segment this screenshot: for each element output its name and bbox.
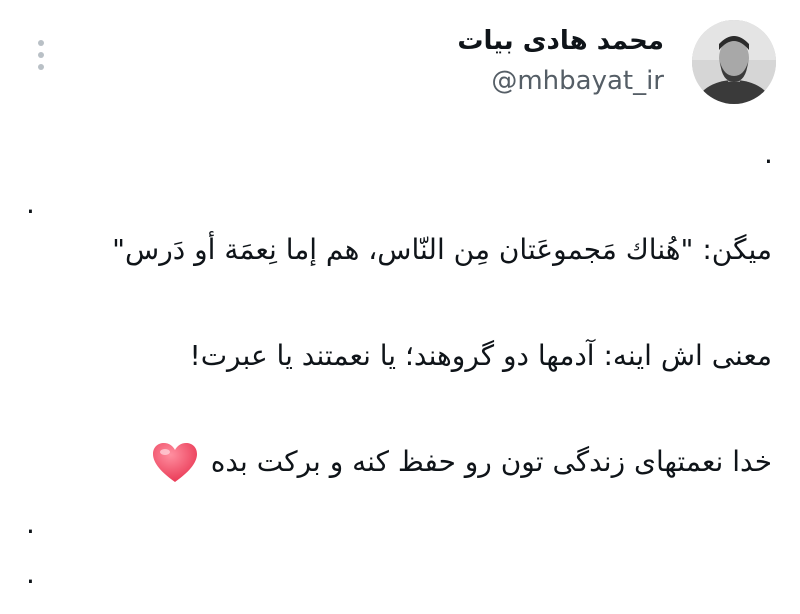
- tweet-text: خدا نعمتهای زندگی تون رو حفظ کنه و برکت …: [210, 445, 772, 478]
- text-dot: .: [764, 137, 773, 170]
- text-dot: .: [26, 507, 35, 540]
- tweet-text-line: میگن: "هُناك مَجموعَتان مِن النّاس، هم إ…: [112, 233, 772, 266]
- tweet-text-line: معنی اش اینه: آدمها دو گروهند؛ یا نعمتند…: [189, 339, 772, 372]
- text-dot: .: [26, 187, 35, 220]
- text-dot: .: [26, 557, 35, 590]
- more-options-icon[interactable]: [30, 40, 52, 70]
- avatar-photo: [692, 20, 776, 104]
- user-handle[interactable]: @mhbayat_ir: [491, 66, 664, 96]
- tweet-text-line: خدا نعمتهای زندگی تون رو حفظ کنه و برکت …: [152, 442, 772, 484]
- heart-icon: [152, 442, 198, 484]
- display-name[interactable]: محمد هادی بیات: [457, 26, 664, 56]
- tweet-card: محمد هادی بیات @mhbayat_ir . . میگن: "هُ…: [0, 0, 800, 614]
- avatar[interactable]: [692, 20, 776, 104]
